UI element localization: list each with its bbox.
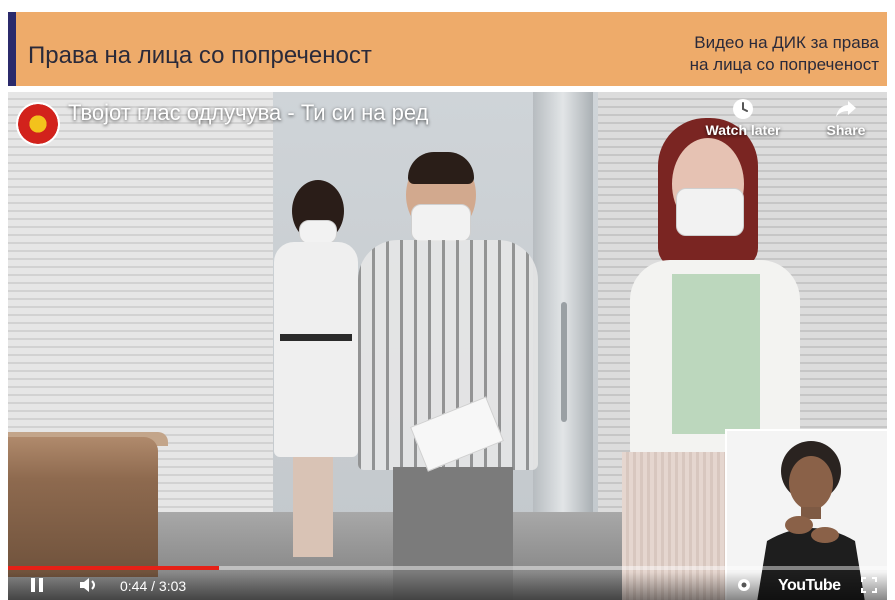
progress-bar-played bbox=[8, 566, 219, 570]
banner-subtitle: Видео на ДИК за права на лица со попрече… bbox=[690, 32, 879, 76]
pause-icon bbox=[31, 578, 43, 592]
video-title[interactable]: Твојот глас одлучува - Ти си на ред bbox=[68, 100, 428, 126]
belt bbox=[280, 334, 352, 341]
volume-icon bbox=[80, 578, 95, 592]
banner-accent-bar bbox=[8, 12, 16, 86]
share-button[interactable]: Share bbox=[801, 98, 887, 138]
player-controls: 0:44 / 3:03 YouTube bbox=[8, 572, 887, 600]
legs bbox=[293, 457, 333, 557]
youtube-logo[interactable]: YouTube bbox=[778, 576, 841, 596]
door-handle bbox=[561, 302, 567, 422]
header-banner: Права на лица со попреченост Видео на ДИ… bbox=[8, 12, 887, 86]
reception-counter bbox=[8, 437, 158, 577]
person-man-hair bbox=[408, 152, 474, 184]
page-title: Права на лица со попреченост bbox=[28, 42, 372, 69]
person-woman-left-body bbox=[274, 242, 358, 457]
watch-later-button[interactable]: Watch later bbox=[698, 98, 788, 138]
person-woman-right-shirt bbox=[672, 274, 760, 434]
fullscreen-button[interactable] bbox=[860, 576, 878, 600]
face-mask bbox=[676, 188, 744, 236]
gear-icon bbox=[738, 579, 750, 591]
volume-button[interactable] bbox=[78, 576, 100, 600]
banner-subtitle-line1: Видео на ДИК за права bbox=[694, 33, 879, 52]
banner-subtitle-line2: на лица со попреченост bbox=[689, 55, 879, 74]
video-player[interactable]: Твојот глас одлучува - Ти си на ред Watc… bbox=[8, 92, 887, 600]
share-label: Share bbox=[826, 122, 866, 138]
pause-button[interactable] bbox=[28, 576, 46, 600]
fullscreen-icon bbox=[861, 577, 877, 593]
channel-logo[interactable] bbox=[16, 102, 60, 146]
time-display: 0:44 / 3:03 bbox=[120, 578, 187, 594]
face-mask bbox=[299, 220, 337, 244]
watch-later-label: Watch later bbox=[705, 122, 781, 138]
share-arrow-icon bbox=[836, 101, 856, 117]
clock-icon bbox=[733, 99, 753, 119]
progress-bar[interactable] bbox=[8, 566, 887, 570]
settings-button[interactable] bbox=[735, 576, 753, 600]
face-mask bbox=[411, 204, 471, 242]
